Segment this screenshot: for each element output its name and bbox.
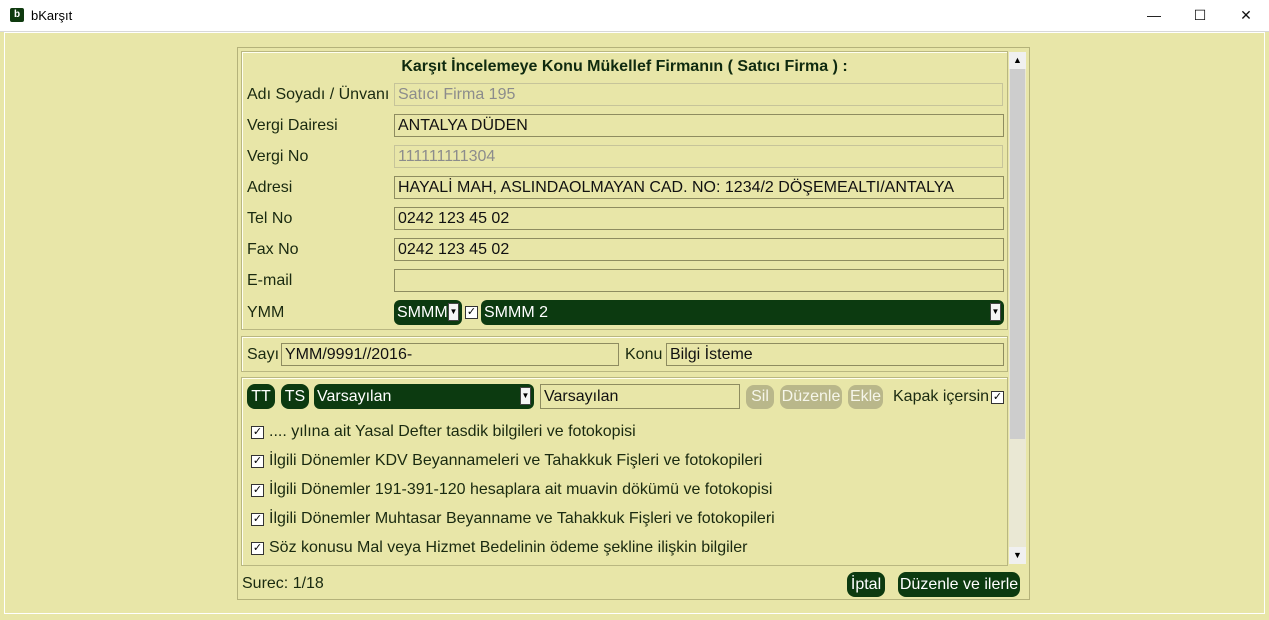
cancel-button[interactable]: İptal (847, 572, 885, 597)
template-select[interactable]: Varsayılan ▼ (314, 384, 534, 409)
status-text: Surec: 1/18 (242, 575, 324, 592)
ymm-name-value: SMMM 2 (484, 304, 548, 321)
scroll-down-icon[interactable]: ▼ (1009, 547, 1026, 564)
chevron-down-icon: ▼ (990, 303, 1001, 321)
chevron-down-icon: ▼ (448, 303, 459, 321)
close-button[interactable]: ✕ (1223, 0, 1269, 31)
chevron-down-icon: ▼ (520, 387, 531, 405)
window-title: bKarşıt (31, 8, 73, 23)
document-item-label: İlgili Dönemler KDV Beyannameleri ve Tah… (269, 452, 763, 469)
tax-office-label: Vergi Dairesi (247, 117, 338, 134)
title-bar: b bKarşıt — ☐ ✕ (0, 0, 1269, 32)
ymm-label: YMM (247, 304, 285, 321)
scrollbar-thumb[interactable] (1010, 69, 1025, 439)
tax-no-label: Vergi No (247, 148, 309, 165)
ymm-type-value: SMMM (397, 304, 448, 321)
tax-office-field[interactable]: ANTALYA DÜDEN (394, 114, 1004, 137)
tax-no-field[interactable]: 111111111304 (394, 145, 1003, 168)
fax-field[interactable]: 0242 123 45 02 (394, 238, 1004, 261)
maximize-button[interactable]: ☐ (1177, 0, 1223, 31)
document-item-checkbox[interactable]: ✓ (251, 426, 264, 439)
document-item-label: İlgili Dönemler 191-391-120 hesaplara ai… (269, 481, 773, 498)
document-item-checkbox[interactable]: ✓ (251, 484, 264, 497)
delete-button[interactable]: Sil (746, 385, 774, 409)
vertical-scrollbar[interactable]: ▲ ▼ (1009, 52, 1026, 564)
scroll-up-icon[interactable]: ▲ (1009, 52, 1026, 69)
sayi-label: Sayı (247, 346, 280, 363)
edit-and-continue-button[interactable]: Düzenle ve ilerle (898, 572, 1020, 597)
app-icon: b (10, 8, 24, 22)
name-field[interactable]: Satıcı Firma 195 (394, 83, 1003, 106)
document-item-checkbox[interactable]: ✓ (251, 513, 264, 526)
document-item-label: İlgili Dönemler Muhtasar Beyanname ve Ta… (269, 510, 775, 527)
address-field[interactable]: HAYALİ MAH, ASLINDAOLMAYAN CAD. NO: 1234… (394, 176, 1004, 199)
email-field[interactable] (394, 269, 1004, 292)
template-select-value: Varsayılan (317, 388, 392, 405)
name-label: Adı Soyadı / Ünvanı (247, 86, 390, 103)
add-button[interactable]: Ekle (848, 385, 883, 409)
document-item-label: .... yılına ait Yasal Defter tasdik bilg… (269, 423, 636, 440)
firm-heading: Karşıt İncelemeye Konu Mükellef Firmanın… (401, 58, 848, 75)
ymm-name-select[interactable]: SMMM 2 ▼ (481, 300, 1004, 325)
cover-label: Kapak içersin (893, 388, 990, 405)
ts-button[interactable]: TS (281, 384, 309, 409)
address-label: Adresi (247, 179, 293, 196)
document-item-checkbox[interactable]: ✓ (251, 542, 264, 555)
ymm-type-select[interactable]: SMMM ▼ (394, 300, 462, 325)
fax-label: Fax No (247, 241, 299, 258)
ymm-checkbox[interactable]: ✓ (465, 306, 478, 319)
tel-field[interactable]: 0242 123 45 02 (394, 207, 1004, 230)
konu-field[interactable]: Bilgi İsteme (666, 343, 1004, 366)
sayi-field[interactable]: YMM/9991//2016- (281, 343, 619, 366)
email-label: E-mail (247, 272, 293, 289)
minimize-button[interactable]: — (1131, 0, 1177, 31)
cover-checkbox[interactable]: ✓ (991, 391, 1004, 404)
edit-button[interactable]: Düzenle (780, 385, 842, 409)
tt-button[interactable]: TT (247, 384, 275, 409)
document-item-label: Söz konusu Mal veya Hizmet Bedelinin öde… (269, 539, 748, 556)
template-name-field[interactable]: Varsayılan (540, 384, 740, 409)
konu-label: Konu (625, 346, 663, 363)
document-item-checkbox[interactable]: ✓ (251, 455, 264, 468)
tel-label: Tel No (247, 210, 293, 227)
